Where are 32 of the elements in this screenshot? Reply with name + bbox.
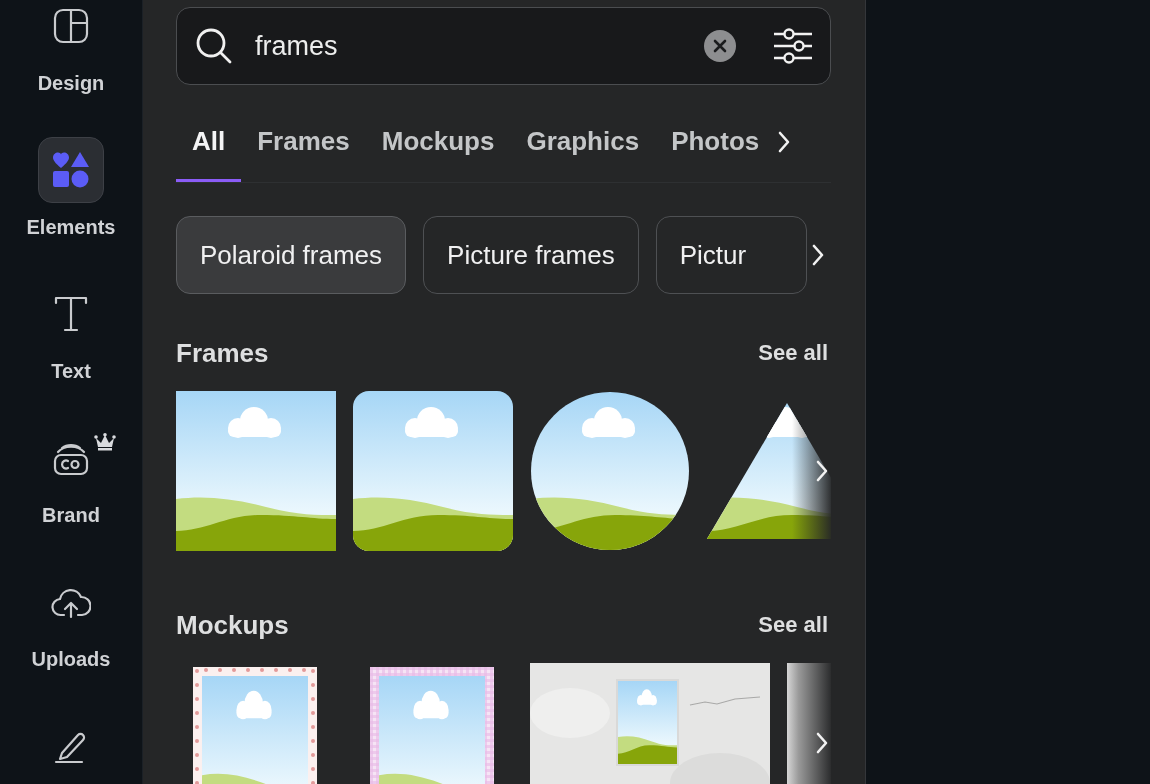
chevron-right-icon[interactable] <box>815 459 829 483</box>
close-icon <box>713 39 727 53</box>
tab[interactable]: Photos <box>655 104 776 182</box>
filter-chip[interactable]: Picture frames <box>423 216 639 294</box>
mockup-thumbnail[interactable] <box>530 663 770 784</box>
layout-icon <box>53 8 89 44</box>
sidebar-item[interactable]: Elements <box>6 137 136 281</box>
tab[interactable]: Graphics <box>510 104 656 182</box>
frame-thumbnail[interactable] <box>176 391 336 551</box>
sidebar-item[interactable]: Text <box>6 281 136 425</box>
see-all-link[interactable]: See all <box>758 612 828 638</box>
sidebar-item[interactable]: Design <box>6 0 136 137</box>
sidebar-item[interactable]: Brand <box>6 425 136 569</box>
mockup-thumbnail[interactable] <box>787 663 831 784</box>
sidebar-item[interactable]: Uploads <box>6 569 136 713</box>
filter-chip[interactable]: Pictur <box>655 216 808 294</box>
sliders-icon[interactable] <box>773 28 813 64</box>
tab[interactable]: Mockups <box>365 104 511 182</box>
tab[interactable]: Frames <box>241 104 366 182</box>
section-title: Frames <box>176 337 269 369</box>
frame-thumbnail[interactable] <box>353 391 513 551</box>
filter-chip[interactable]: Polaroid frames <box>176 216 407 294</box>
search-icon <box>195 27 233 65</box>
letter-t-icon <box>53 294 89 334</box>
chevron-right-icon[interactable] <box>815 731 829 755</box>
chevron-right-icon[interactable] <box>777 130 792 154</box>
tab[interactable]: All <box>176 104 242 182</box>
shapes-icon <box>52 151 90 189</box>
see-all-link[interactable]: See all <box>758 340 828 366</box>
chevron-right-icon[interactable] <box>811 243 825 267</box>
search-field[interactable]: frames <box>176 7 831 85</box>
section-title: Mockups <box>176 609 289 641</box>
